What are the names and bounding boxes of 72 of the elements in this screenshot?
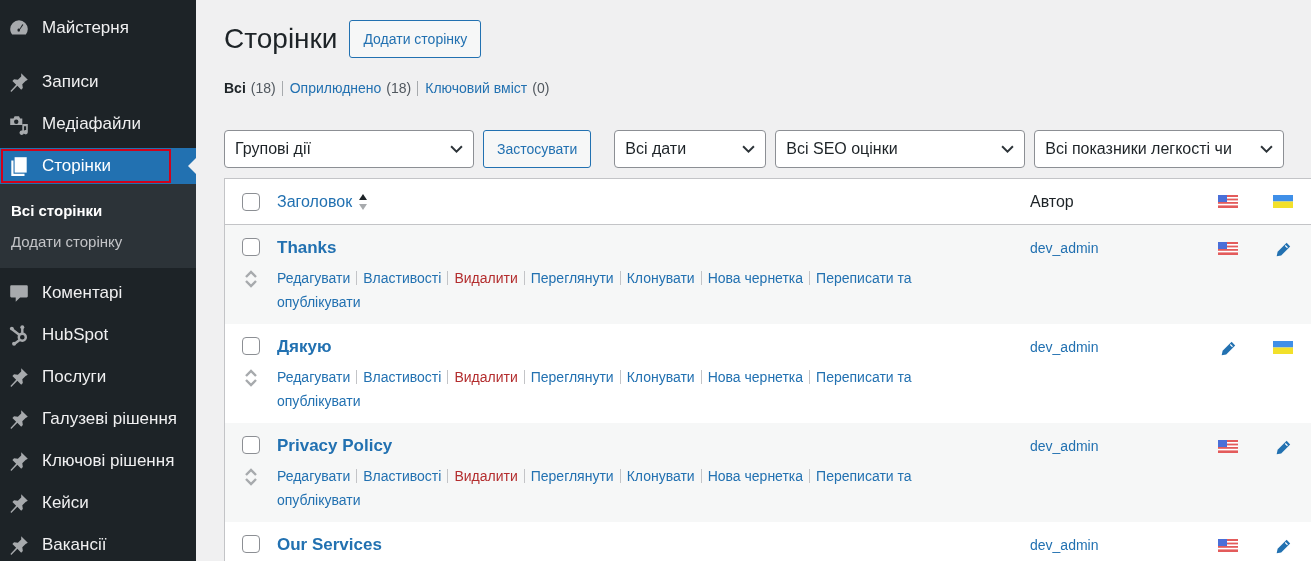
pin-icon: [8, 366, 30, 388]
view-link[interactable]: Всі: [224, 80, 246, 96]
us-flag-icon: [1217, 242, 1238, 255]
media-icon: [8, 113, 30, 135]
pin-icon: [8, 71, 30, 93]
drag-handle-icon[interactable]: [243, 467, 259, 487]
page-title: Сторінки: [224, 23, 338, 55]
author-link[interactable]: dev_admin: [1030, 337, 1099, 355]
page-title-link[interactable]: Privacy Policy: [277, 436, 393, 455]
current-pointer-icon: [188, 158, 196, 174]
bulk-actions-select[interactable]: Групові дії: [224, 130, 474, 168]
page-title-link[interactable]: Thanks: [277, 238, 337, 257]
title-column-header[interactable]: Заголовок: [277, 192, 353, 211]
pin-icon: [8, 450, 30, 472]
view-link[interactable]: Оприлюднено: [289, 80, 382, 96]
pin-icon: [8, 534, 30, 556]
sidebar-item[interactable]: Записи: [0, 64, 196, 100]
sidebar-item[interactable]: Галузеві рішення: [0, 401, 196, 437]
chevron-down-icon: [1001, 144, 1015, 154]
row-checkbox[interactable]: [242, 238, 260, 256]
pencil-icon[interactable]: [1274, 241, 1292, 259]
pages-icon: [8, 155, 30, 177]
row-checkbox[interactable]: [242, 337, 260, 355]
pin-icon: [8, 492, 30, 514]
page-title-link[interactable]: Дякую: [277, 337, 332, 356]
hubspot-icon: [8, 324, 30, 346]
row-actions[interactable]: Редагувати Властивості Видалити Переглянути Клонувати Нова чернетка Переписати та опублікувати: [277, 365, 1030, 413]
row-actions[interactable]: Редагувати Властивості Видалити Переглянути Клонувати Нова чернетка Переписати та опублікувати: [277, 464, 1030, 512]
sidebar-item[interactable]: Майстерня: [0, 10, 196, 46]
date-filter-select[interactable]: Всі дати: [614, 130, 767, 168]
row-checkbox[interactable]: [242, 535, 260, 553]
submenu-item[interactable]: Всі сторінки: [0, 196, 196, 227]
comment-icon: [8, 282, 30, 304]
sidebar-item[interactable]: Сторінки: [0, 148, 196, 184]
seo-filter-select[interactable]: Всі SEO оцінки: [775, 130, 1026, 168]
sidebar-item[interactable]: Вакансії: [0, 527, 196, 561]
pencil-icon[interactable]: [1274, 538, 1292, 556]
sidebar-item[interactable]: Послуги: [0, 359, 196, 395]
add-page-button[interactable]: Додати сторінку: [349, 20, 482, 58]
view-count: (18): [250, 80, 276, 96]
sidebar-item[interactable]: Медіафайли: [0, 106, 196, 142]
chevron-down-icon: [742, 144, 756, 154]
chevron-down-icon: [450, 144, 463, 154]
us-flag-icon: [1217, 539, 1238, 552]
us-flag-icon: [1217, 195, 1238, 208]
author-link[interactable]: dev_admin: [1030, 436, 1099, 454]
readability-filter-select[interactable]: Всі показники легкості чи: [1034, 130, 1285, 168]
sidebar-item[interactable]: HubSpot: [0, 317, 196, 353]
select-all-checkbox[interactable]: [242, 192, 260, 211]
pin-icon: [8, 408, 30, 430]
pencil-icon[interactable]: [1274, 439, 1292, 457]
apply-button[interactable]: Застосувати: [483, 130, 592, 168]
us-flag-icon: [1217, 440, 1238, 453]
row-actions[interactable]: Редагувати Властивості Видалити Переглянути Клонувати Нова чернетка Переписати та опублікувати: [277, 266, 1030, 314]
sidebar-item[interactable]: Коментарі: [0, 275, 196, 311]
submenu-item[interactable]: Додати сторінку: [0, 227, 196, 258]
sort-icon[interactable]: [358, 192, 369, 211]
chevron-down-icon: [1260, 144, 1274, 154]
sidebar-item[interactable]: Ключові рішення: [0, 443, 196, 479]
sidebar-item[interactable]: Кейси: [0, 485, 196, 521]
author-column-header: Автор: [1030, 192, 1074, 210]
ukraine-flag-icon: [1273, 341, 1293, 354]
page-title-link[interactable]: Our Services: [277, 535, 382, 554]
ukraine-flag-icon: [1273, 195, 1293, 208]
drag-handle-icon[interactable]: [243, 368, 259, 388]
row-checkbox[interactable]: [242, 436, 260, 454]
view-count: (18): [386, 80, 412, 96]
drag-handle-icon[interactable]: [243, 269, 259, 289]
author-link[interactable]: dev_admin: [1030, 535, 1099, 553]
view-link[interactable]: Ключовий вміст: [425, 80, 528, 96]
view-count: (0): [532, 80, 550, 96]
author-link[interactable]: dev_admin: [1030, 238, 1099, 256]
